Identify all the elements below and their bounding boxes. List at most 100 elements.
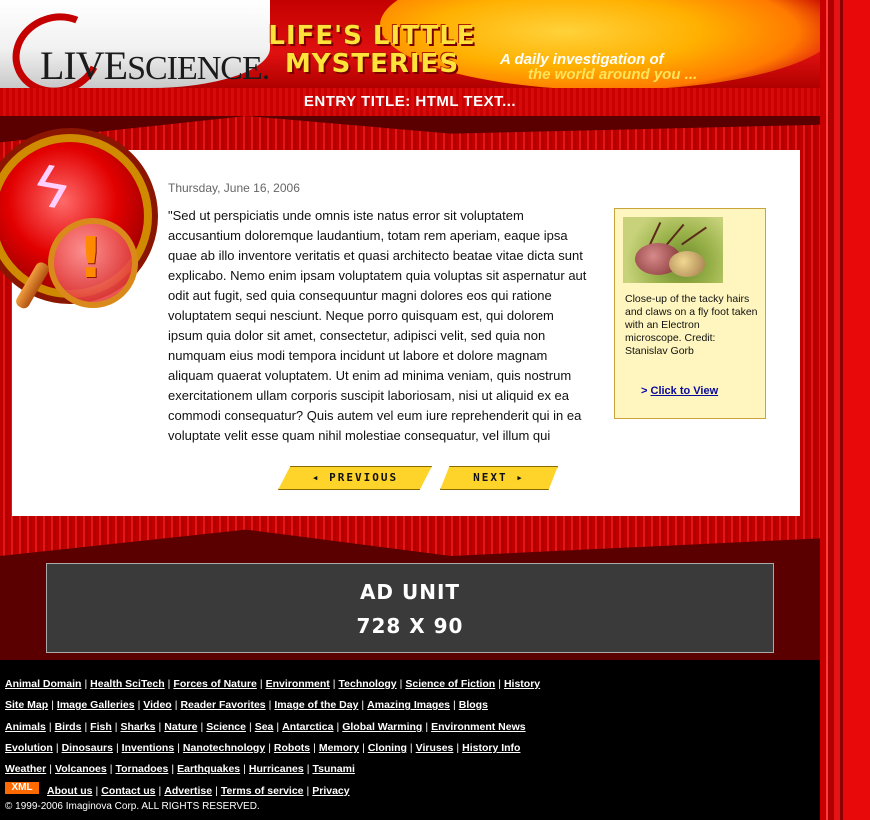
ad-unit[interactable]: AD UNIT 728 X 90 [46,563,774,653]
link-separator: | [268,742,271,754]
footer-links-row: Site Map | Image Galleries | Video | Reader Fa… [5,699,488,711]
footer-link[interactable]: Memory [319,742,359,754]
hair-shape [681,226,707,246]
footer-link[interactable]: Antarctica [282,721,333,733]
link-separator: | [158,785,162,797]
pad-shape [669,251,705,277]
footer-link[interactable]: Image of the Day [274,699,358,711]
click-to-view-link[interactable]: Click to View [651,385,719,397]
image-caption: Close-up of the tacky hairs and claws on… [625,293,758,357]
link-separator: | [49,763,52,775]
footer-link[interactable]: Animal Domain [5,678,81,690]
section-title-line2: MYSTERIES [284,49,460,79]
footer-link[interactable]: Inventions [122,742,175,754]
link-separator: | [177,742,180,754]
logo-main: LIVE [40,43,128,88]
footer-link[interactable]: Dinosaurs [62,742,113,754]
link-separator: | [425,721,429,733]
next-button[interactable]: NEXT ▸ [440,466,558,490]
footer-link[interactable]: Health SciTech [90,678,165,690]
footer-link[interactable]: Sharks [121,721,156,733]
footer-link[interactable]: Earthquakes [177,763,240,775]
section-title[interactable]: LIFE'S LITTLE MYSTERIES [262,22,482,79]
footer-link[interactable]: Reader Favorites [180,699,265,711]
tagline-line2: the world around you ... [528,66,698,83]
link-separator: | [361,699,365,711]
footer-link[interactable]: Blogs [459,699,488,711]
footer-link[interactable]: Environment [266,678,330,690]
site-header: LIVESCIENCE. LIFE'S LITTLE MYSTERIES A d… [0,0,820,88]
footer-link[interactable]: Advertise [164,785,212,797]
link-separator: | [248,721,252,733]
livescience-logo[interactable]: LIVESCIENCE. [0,0,270,88]
entry-title-bar: ENTRY TITLE: HTML TEXT... [0,88,820,116]
decorative-stripes [820,0,870,820]
footer-link[interactable]: Technology [339,678,397,690]
footer-link[interactable]: Tsunami [312,763,354,775]
footer-link[interactable]: Contact us [101,785,155,797]
footer-link[interactable]: Tornadoes [115,763,168,775]
logo-rest: SCIENCE [127,50,263,87]
link-separator: | [336,721,340,733]
link-separator: | [51,699,54,711]
link-separator: | [332,678,336,690]
footer-links-row: Evolution | Dinosaurs | Inventions | Nanotechn… [5,742,520,754]
footer-link[interactable]: Science [206,721,246,733]
footer-link[interactable]: Amazing Images [367,699,450,711]
footer-link[interactable]: Forces of Nature [173,678,256,690]
link-separator: | [114,721,118,733]
entry-title: ENTRY TITLE: HTML TEXT... [303,93,517,110]
click-to-view: > Click to View [641,385,718,397]
link-separator: | [498,678,501,690]
link-separator: | [115,742,119,754]
footer-link[interactable]: Volcanoes [55,763,107,775]
footer-link[interactable]: History [504,678,540,690]
link-separator: | [313,742,316,754]
footer-link[interactable]: Nature [164,721,197,733]
link-separator: | [453,699,456,711]
link-separator: | [171,763,175,775]
footer-link[interactable]: Viruses [416,742,454,754]
link-separator: | [84,721,88,733]
footer-link[interactable]: Fish [90,721,112,733]
footer-link[interactable]: Sea [255,721,274,733]
footer-link[interactable]: Terms of service [221,785,304,797]
footer-link[interactable]: History Info [462,742,520,754]
footer-link[interactable]: Environment News [431,721,526,733]
link-separator: | [456,742,460,754]
magnifying-glass-icon: ! [48,218,138,308]
footer-link[interactable]: Evolution [5,742,53,754]
link-separator: | [362,742,365,754]
footer-link[interactable]: Birds [55,721,82,733]
footer-link[interactable]: About us [47,785,93,797]
footer-link[interactable]: Global Warming [342,721,422,733]
footer-link[interactable]: Site Map [5,699,48,711]
footer-link[interactable]: Robots [274,742,310,754]
footer-link[interactable]: Animals [5,721,46,733]
footer-link[interactable]: Nanotechnology [183,742,265,754]
tagline: A daily investigation of the world aroun… [500,52,697,82]
footer-link[interactable]: Hurricanes [249,763,304,775]
previous-button[interactable]: ◂ PREVIOUS [278,466,432,490]
page: LIVESCIENCE. LIFE'S LITTLE MYSTERIES A d… [0,0,870,820]
ad-size: 728 X 90 [356,614,464,638]
footer-link[interactable]: Science of Fiction [405,678,495,690]
ad-label: AD UNIT [359,580,461,604]
footer-link[interactable]: Cloning [368,742,407,754]
footer-link[interactable]: Weather [5,763,46,775]
footer-link[interactable]: Video [143,699,171,711]
footer-link[interactable]: Privacy [312,785,349,797]
footer-links-row: About us | Contact us | Advertise | Terms of s… [47,785,350,797]
link-separator: | [409,742,413,754]
fly-foot-image[interactable] [623,217,723,283]
lightning-icon: ϟ [30,150,74,223]
link-separator: | [48,721,52,733]
link-separator: | [243,763,246,775]
copyright: © 1999-2006 Imaginova Corp. ALL RIGHTS R… [5,801,260,812]
xml-feed-icon[interactable]: XML [5,782,39,794]
link-separator: | [55,742,59,754]
entry-body: "Sed ut perspiciatis unde omnis iste nat… [168,208,587,443]
logo-text: LIVESCIENCE. [40,42,270,88]
footer-link[interactable]: Image Galleries [57,699,135,711]
link-separator: | [200,721,204,733]
